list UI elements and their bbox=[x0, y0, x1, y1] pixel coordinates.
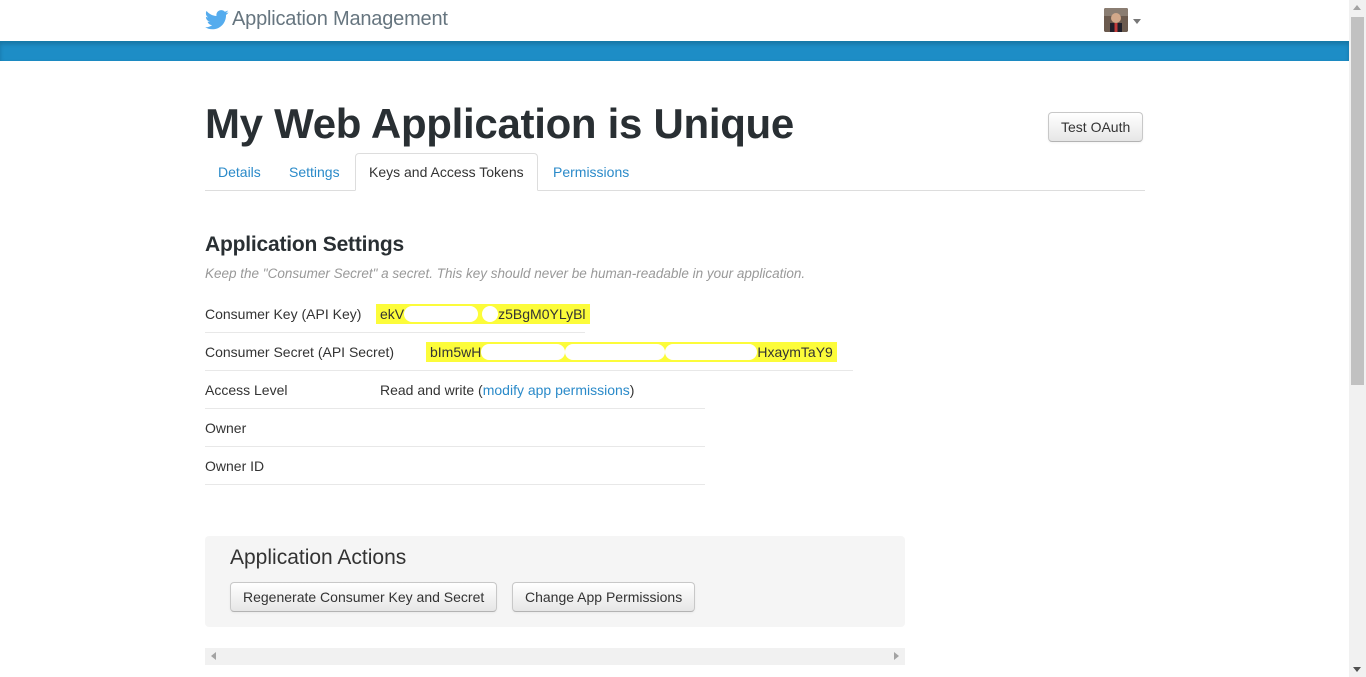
access-level-close: ) bbox=[629, 382, 635, 398]
brand-title: Application Management bbox=[232, 8, 448, 30]
regenerate-consumer-key-button[interactable]: Regenerate Consumer Key and Secret bbox=[230, 582, 498, 612]
test-oauth-button[interactable]: Test OAuth bbox=[1048, 112, 1144, 142]
redaction-mark bbox=[380, 420, 440, 436]
redaction-mark bbox=[665, 344, 758, 360]
access-level-label: Access Level bbox=[205, 382, 288, 398]
owner-row: Owner bbox=[205, 409, 705, 447]
avatar[interactable] bbox=[1104, 8, 1128, 32]
horizontal-scrollbar[interactable] bbox=[205, 648, 905, 665]
brand[interactable]: Application Management bbox=[205, 8, 448, 31]
consumer-key-row: Consumer Key (API Key) ekV z5BgM0YLyBl bbox=[205, 295, 590, 333]
owner-label: Owner bbox=[205, 420, 247, 436]
access-level-value: Read and write (modify app permissions) bbox=[380, 371, 634, 409]
consumer-secret-start: bIm5wH bbox=[430, 344, 482, 360]
redaction-mark bbox=[404, 306, 479, 322]
redaction-mark bbox=[481, 344, 566, 360]
owner-id-label: Owner ID bbox=[205, 458, 265, 474]
redaction-mark bbox=[565, 344, 666, 360]
consumer-secret-value[interactable]: bIm5wH HxaymTaY9 bbox=[426, 333, 837, 371]
owner-id-row: Owner ID bbox=[205, 447, 705, 485]
consumer-secret-label: Consumer Secret (API Secret) bbox=[205, 344, 395, 360]
access-level-row: Access Level Read and write (modify app … bbox=[205, 371, 705, 409]
actions-title: Application Actions bbox=[230, 546, 407, 569]
owner-value bbox=[380, 409, 440, 447]
scroll-left-icon[interactable] bbox=[211, 652, 216, 660]
tab-details[interactable]: Details bbox=[205, 153, 274, 191]
scroll-thumb[interactable] bbox=[1351, 17, 1364, 385]
consumer-key-value[interactable]: ekV z5BgM0YLyBl bbox=[376, 295, 590, 333]
redaction-mark bbox=[380, 458, 470, 474]
header-band bbox=[0, 41, 1349, 61]
scroll-down-icon[interactable] bbox=[1353, 667, 1361, 672]
consumer-key-end: z5BgM0YLyBl bbox=[498, 306, 586, 322]
owner-id-value bbox=[380, 447, 470, 485]
page-title: My Web Application is Unique bbox=[205, 100, 794, 147]
tab-keys-and-access-tokens[interactable]: Keys and Access Tokens bbox=[355, 153, 538, 191]
consumer-secret-end: HxaymTaY9 bbox=[757, 344, 833, 360]
scroll-right-icon[interactable] bbox=[894, 652, 899, 660]
section-hint: Keep the "Consumer Secret" a secret. Thi… bbox=[205, 266, 806, 281]
change-app-permissions-button[interactable]: Change App Permissions bbox=[512, 582, 696, 612]
avatar-image bbox=[1104, 8, 1128, 32]
redaction-mark bbox=[482, 306, 499, 322]
consumer-key-label: Consumer Key (API Key) bbox=[205, 306, 362, 322]
section-title-application-settings: Application Settings bbox=[205, 233, 405, 256]
tab-permissions[interactable]: Permissions bbox=[540, 153, 642, 191]
scroll-up-icon[interactable] bbox=[1353, 5, 1361, 10]
consumer-secret-row: Consumer Secret (API Secret) bIm5wH Hxaym… bbox=[205, 333, 853, 371]
top-bar: Application Management bbox=[0, 0, 1349, 41]
chevron-down-icon[interactable] bbox=[1133, 18, 1141, 24]
application-actions-panel: Application Actions Regenerate Consumer … bbox=[205, 536, 905, 627]
access-level-text: Read and write ( bbox=[380, 382, 483, 398]
vertical-scrollbar[interactable] bbox=[1349, 0, 1366, 677]
consumer-key-start: ekV bbox=[380, 306, 405, 322]
user-menu[interactable] bbox=[1104, 8, 1141, 32]
twitter-bird-icon bbox=[205, 9, 229, 29]
tab-settings[interactable]: Settings bbox=[276, 153, 353, 191]
modify-app-permissions-link[interactable]: modify app permissions bbox=[483, 382, 630, 398]
tab-bar: Details Settings Keys and Access Tokens … bbox=[205, 153, 1145, 191]
